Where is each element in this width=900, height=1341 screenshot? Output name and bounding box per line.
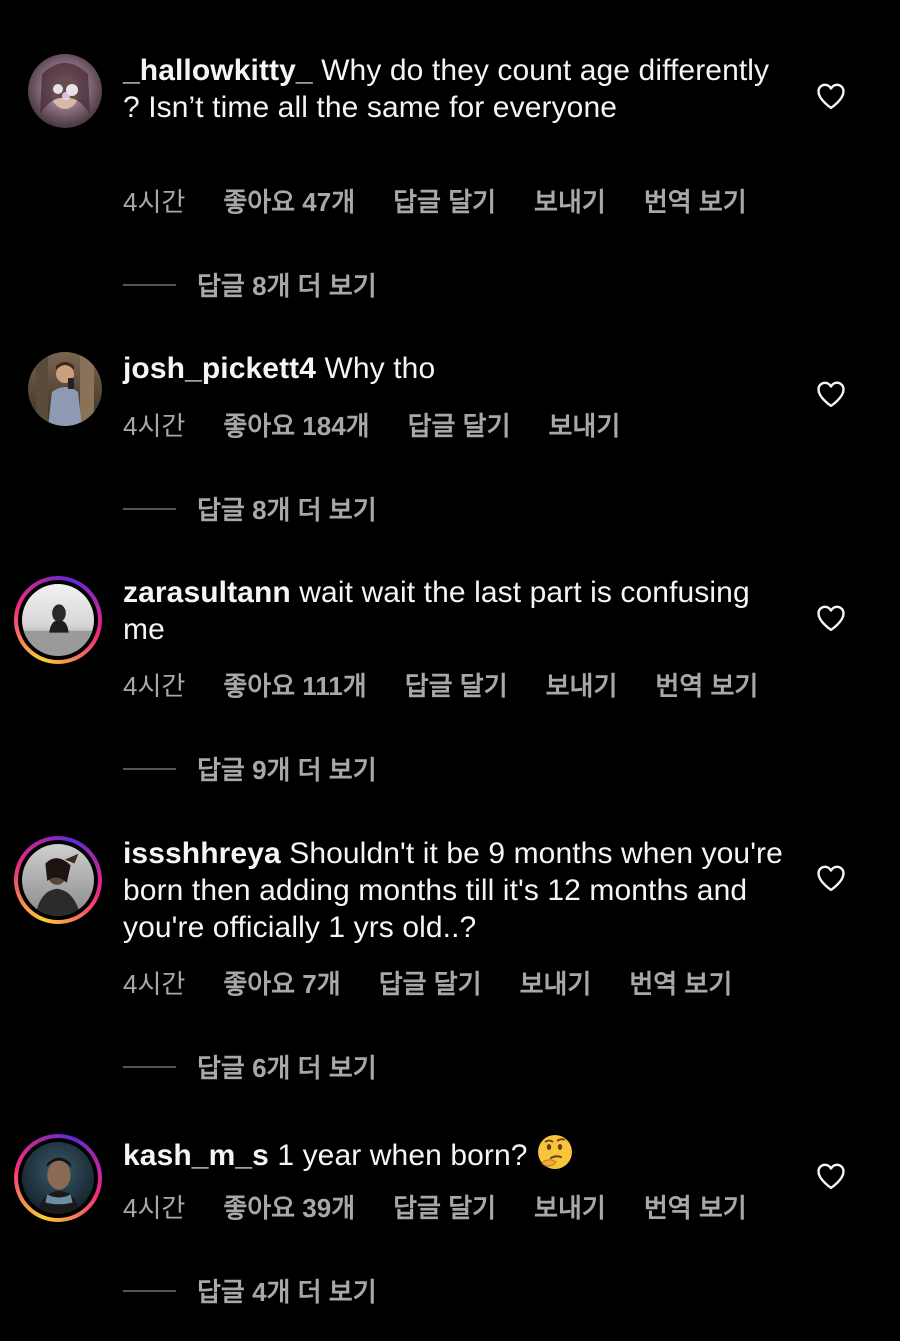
replies-divider	[123, 767, 176, 770]
view-replies-label: 답글 6개 더 보기	[197, 1053, 377, 1083]
story-ring	[18, 840, 98, 920]
avatar[interactable]	[14, 1134, 102, 1222]
comment-meta: 4시간 좋아요 184개 답글 달기 보내기	[123, 406, 658, 443]
view-replies-label: 답글 9개 더 보기	[197, 755, 377, 785]
view-replies-button[interactable]: 답글 4개 더 보기	[123, 1272, 377, 1309]
send-button[interactable]: 보내기	[549, 406, 621, 443]
comment-username[interactable]: issshhreya	[123, 837, 281, 870]
comment-username[interactable]: zarasultann	[123, 576, 291, 609]
translate-button[interactable]: 번역 보기	[644, 1188, 747, 1225]
heart-icon[interactable]	[816, 82, 846, 110]
comment-text: zarasultann wait wait the last part is c…	[123, 574, 783, 648]
comment-time: 4시간	[123, 969, 186, 999]
replies-divider	[123, 1289, 176, 1292]
view-replies-label: 답글 8개 더 보기	[197, 271, 377, 301]
avatar[interactable]	[28, 54, 102, 128]
avatar-image	[28, 352, 102, 426]
avatar-image	[28, 54, 102, 128]
likes-count[interactable]: 좋아요 39개	[223, 1188, 355, 1225]
comment-meta: 4시간 좋아요 39개 답글 달기 보내기 번역 보기	[123, 1188, 785, 1225]
likes-count[interactable]: 좋아요 47개	[223, 182, 355, 219]
comment-text: _hallowkitty_ Why do they count age diff…	[123, 52, 783, 126]
comment-time: 4시간	[123, 671, 186, 701]
send-button[interactable]: 보내기	[534, 182, 606, 219]
translate-button[interactable]: 번역 보기	[655, 666, 758, 703]
heart-icon[interactable]	[816, 380, 846, 408]
replies-divider	[123, 283, 176, 286]
avatar-image	[22, 1142, 94, 1214]
send-button[interactable]: 보내기	[520, 964, 592, 1001]
avatar[interactable]	[14, 576, 102, 664]
view-replies-label: 답글 8개 더 보기	[197, 495, 377, 525]
comment-body: Why tho	[324, 352, 436, 385]
heart-icon[interactable]	[816, 1162, 846, 1190]
reply-button[interactable]: 답글 달기	[379, 964, 482, 1001]
reply-button[interactable]: 답글 달기	[405, 666, 508, 703]
reply-button[interactable]: 답글 달기	[393, 182, 496, 219]
avatar[interactable]	[28, 352, 102, 426]
likes-count[interactable]: 좋아요 184개	[223, 406, 369, 443]
send-button[interactable]: 보내기	[534, 1188, 606, 1225]
view-replies-label: 답글 4개 더 보기	[197, 1277, 377, 1307]
avatar[interactable]	[14, 836, 102, 924]
comment-meta: 4시간 좋아요 111개 답글 달기 보내기 번역 보기	[123, 666, 796, 703]
comment-username[interactable]: kash_m_s	[123, 1139, 269, 1172]
translate-button[interactable]: 번역 보기	[644, 182, 747, 219]
heart-icon[interactable]	[816, 604, 846, 632]
comment-time: 4시간	[123, 411, 186, 441]
send-button[interactable]: 보내기	[546, 666, 618, 703]
comment-meta: 4시간 좋아요 7개 답글 달기 보내기 번역 보기	[123, 964, 770, 1001]
comment-body: 1 year when born?	[277, 1139, 528, 1172]
comment-username[interactable]: _hallowkitty_	[123, 54, 313, 87]
comment-text: issshhreya Shouldn't it be 9 months when…	[123, 835, 783, 946]
comment-meta: 4시간 좋아요 47개 답글 달기 보내기 번역 보기	[123, 182, 785, 219]
likes-count[interactable]: 좋아요 7개	[223, 964, 340, 1001]
comment-time: 4시간	[123, 187, 186, 217]
comment-time: 4시간	[123, 1193, 186, 1223]
reply-button[interactable]: 답글 달기	[393, 1188, 496, 1225]
heart-icon[interactable]	[816, 864, 846, 892]
thinking-face-icon	[537, 1135, 572, 1169]
replies-divider	[123, 507, 176, 510]
view-replies-button[interactable]: 답글 6개 더 보기	[123, 1048, 377, 1085]
comment-text: josh_pickett4 Why tho	[123, 350, 783, 387]
view-replies-button[interactable]: 답글 8개 더 보기	[123, 490, 377, 527]
comment-text: kash_m_s 1 year when born?	[123, 1133, 783, 1174]
reply-button[interactable]: 답글 달기	[408, 406, 511, 443]
story-ring	[18, 1138, 98, 1218]
replies-divider	[123, 1065, 176, 1068]
story-ring	[18, 580, 98, 660]
view-replies-button[interactable]: 답글 8개 더 보기	[123, 266, 377, 303]
comment-username[interactable]: josh_pickett4	[123, 352, 316, 385]
view-replies-button[interactable]: 답글 9개 더 보기	[123, 750, 377, 787]
likes-count[interactable]: 좋아요 111개	[223, 666, 366, 703]
avatar-image	[22, 584, 94, 656]
avatar-image	[22, 844, 94, 916]
translate-button[interactable]: 번역 보기	[629, 964, 732, 1001]
